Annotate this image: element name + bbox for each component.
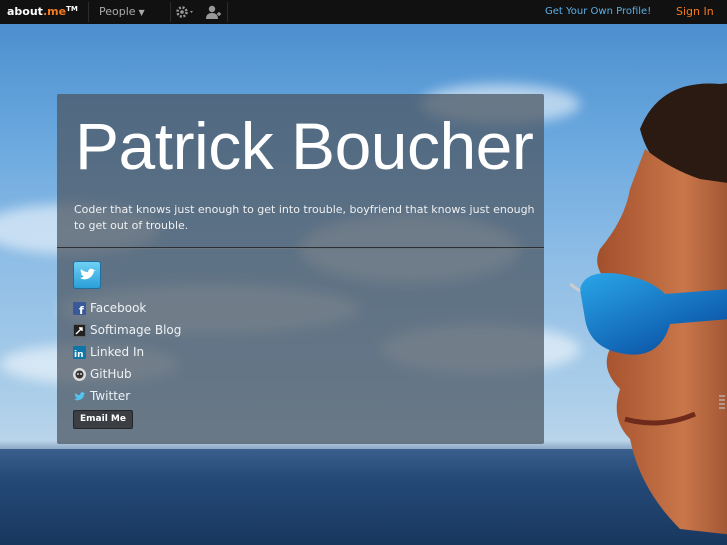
link-facebook[interactable]: f Facebook (73, 297, 181, 319)
link-label: Twitter (90, 389, 131, 403)
profile-face-photo (570, 83, 727, 535)
linkedin-icon: in (73, 345, 86, 360)
profile-card: Patrick Boucher Coder that knows just en… (57, 94, 544, 444)
get-profile-link[interactable]: Get Your Own Profile! (545, 6, 651, 17)
card-divider (57, 247, 544, 249)
resize-grip[interactable] (718, 393, 726, 411)
profile-links: f Facebook Softimage Blog in Linked In G… (73, 297, 181, 407)
link-label: GitHub (90, 367, 132, 381)
logo-trademark: TM (66, 5, 78, 13)
about-me-logo[interactable]: about.meTM (7, 5, 78, 18)
gear-icon (176, 6, 193, 18)
link-label: Linked In (90, 345, 145, 359)
divider (88, 2, 89, 22)
twitter-badge-button[interactable] (73, 261, 101, 289)
people-menu[interactable]: People ▼ (99, 5, 145, 18)
twitter-bird-icon (80, 268, 96, 280)
facebook-icon: f (73, 301, 86, 317)
link-softimage-blog[interactable]: Softimage Blog (73, 319, 181, 341)
softimage-icon (73, 323, 86, 337)
add-contact-button[interactable] (205, 4, 221, 20)
twitter-icon (73, 390, 86, 403)
email-me-button[interactable]: Email Me (73, 410, 133, 429)
link-label: Softimage Blog (90, 323, 182, 337)
svg-text:in: in (74, 350, 84, 359)
settings-menu[interactable] (174, 4, 196, 20)
logo-text-about: about (7, 5, 43, 18)
link-linkedin[interactable]: in Linked In (73, 341, 181, 363)
people-menu-label: People (99, 5, 136, 18)
top-bar: about.meTM People ▼ Get Your Own Profile!… (0, 0, 727, 25)
github-icon (73, 367, 86, 381)
sign-in-link[interactable]: Sign In (676, 5, 714, 18)
divider (227, 2, 228, 22)
svg-text:f: f (79, 304, 84, 315)
logo-text-me: .me (42, 5, 67, 18)
add-user-icon (206, 5, 221, 19)
profile-bio: Coder that knows just enough to get into… (74, 203, 535, 232)
profile-name: Patrick Boucher (75, 109, 534, 183)
divider (170, 2, 171, 22)
link-github[interactable]: GitHub (73, 363, 181, 385)
link-twitter[interactable]: Twitter (73, 385, 181, 407)
chevron-down-icon: ▼ (138, 8, 145, 17)
grip-icon (719, 395, 725, 409)
link-label: Facebook (90, 301, 147, 315)
